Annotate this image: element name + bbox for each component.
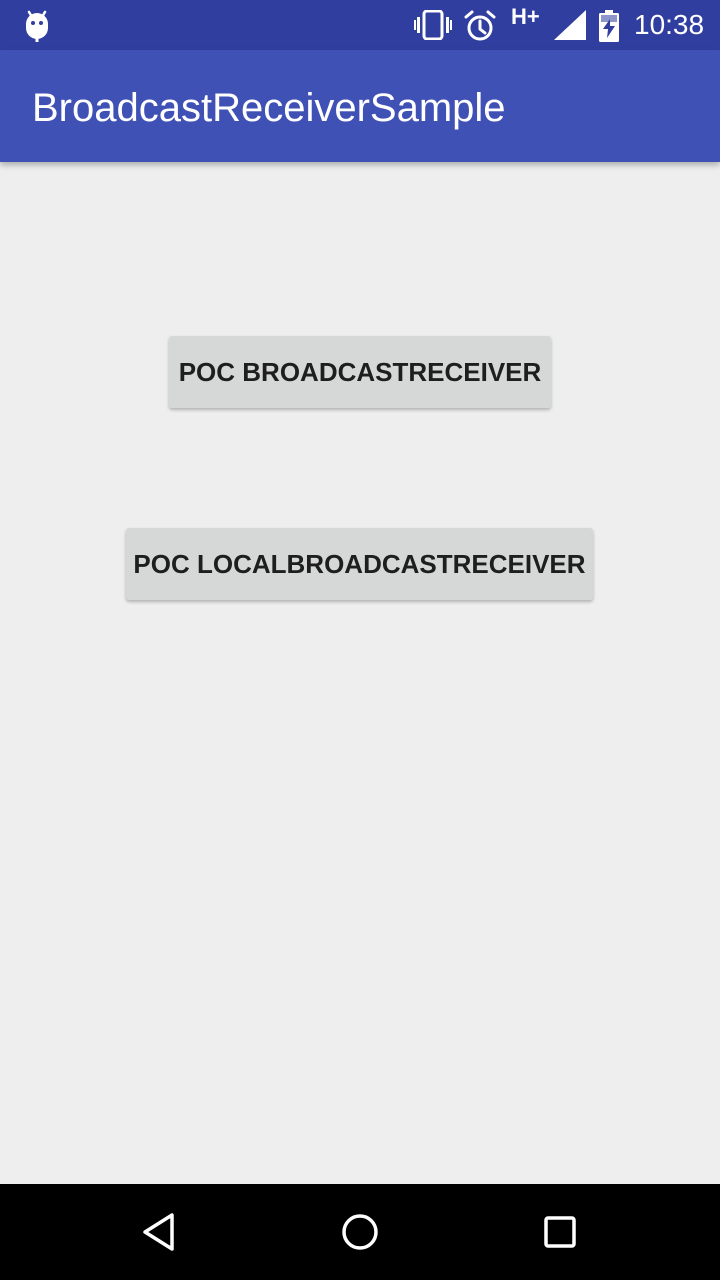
alarm-icon: [464, 10, 496, 41]
app-bar: BroadcastReceiverSample: [0, 50, 720, 162]
main-content: POC BROADCASTRECEIVER POC LOCALBROADCAST…: [0, 162, 720, 1184]
app-title: BroadcastReceiverSample: [32, 86, 506, 130]
poc-localbroadcastreceiver-button[interactable]: POC LOCALBROADCASTRECEIVER: [126, 528, 593, 600]
home-icon[interactable]: [336, 1208, 384, 1256]
poc-broadcastreceiver-button[interactable]: POC BROADCASTRECEIVER: [169, 336, 551, 408]
battery-charging-icon: [599, 10, 619, 42]
vibrate-icon: [414, 10, 452, 40]
back-icon[interactable]: [136, 1208, 184, 1256]
navigation-bar: [0, 1184, 720, 1280]
signal-icon: [554, 10, 586, 40]
android-notification-icon: [26, 10, 48, 42]
status-bar: H+ 10:38: [0, 0, 720, 50]
recents-icon[interactable]: [536, 1208, 584, 1256]
network-type-label: H+: [511, 4, 540, 29]
status-time: 10:38: [634, 9, 705, 40]
app-screen: H+ 10:38 BroadcastReceiverSample POC BRO…: [0, 0, 720, 1280]
